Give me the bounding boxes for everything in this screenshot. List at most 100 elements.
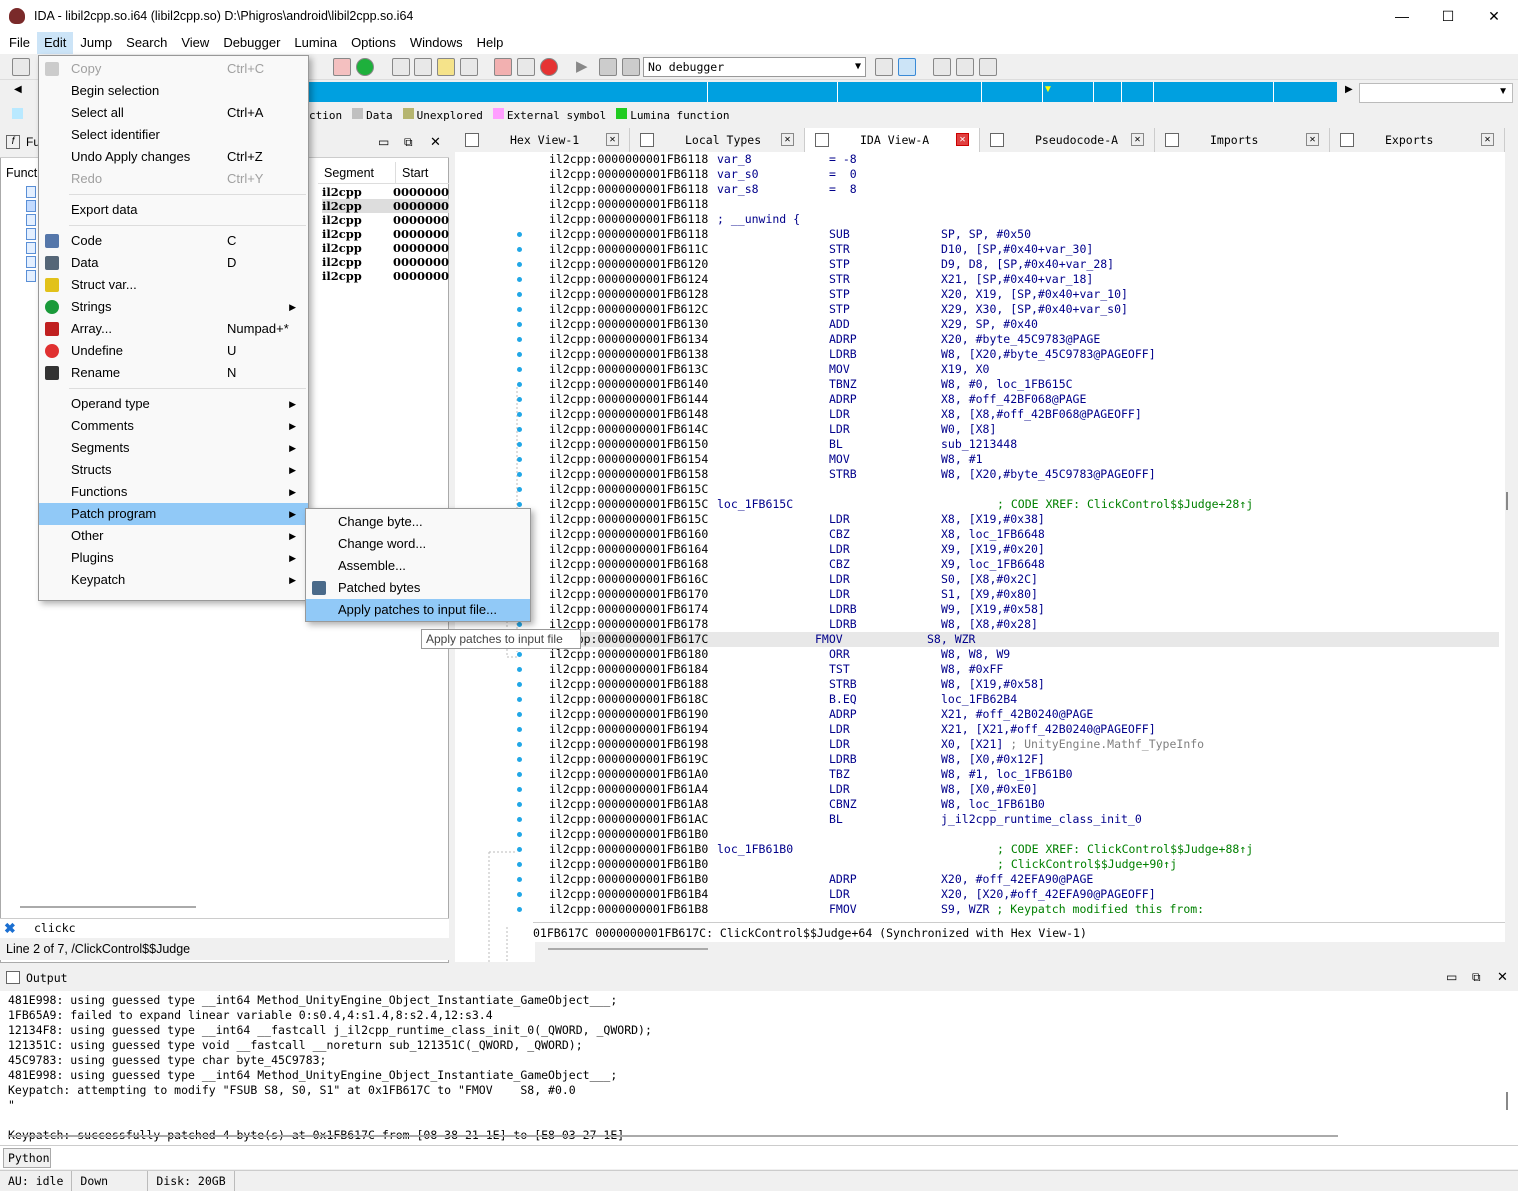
table-row[interactable]: il2cpp 0000000 [322, 255, 449, 269]
nav-right-arrow-icon[interactable]: ▶ [1345, 84, 1353, 95]
disasm-line[interactable]: il2cpp:0000000001FB615C LDR X8, [X19,#0x38… [549, 512, 1499, 527]
menu-item-keypatch[interactable]: Keypatch ▶ [39, 569, 308, 591]
menu-item-struct-var[interactable]: Struct var... [39, 274, 308, 296]
disasm-line[interactable]: il2cpp:0000000001FB6170 LDR S1, [X9,#0x80] [549, 587, 1499, 602]
menu-item-redo[interactable]: Redo Ctrl+Y [39, 168, 308, 190]
disassembly-listing[interactable]: il2cpp:0000000001FB6118 var_8 = -8 il2cpp:0… [535, 152, 1499, 917]
breakpoint-icon[interactable] [875, 58, 893, 76]
strings-tool-icon[interactable] [460, 58, 478, 76]
menu-debugger[interactable]: Debugger [216, 32, 287, 54]
disasm-line[interactable]: il2cpp:0000000001FB6164 LDR X9, [X19,#0x20… [549, 542, 1499, 557]
menu-item-patched-bytes[interactable]: Patched bytes [306, 577, 530, 599]
disasm-line[interactable]: il2cpp:0000000001FB6158 STRB W8, [X20,#byt… [549, 467, 1499, 482]
output-horizontal-scrollbar[interactable] [8, 1135, 1338, 1137]
output-vertical-scrollbar[interactable] [1506, 1092, 1508, 1110]
maximize-button[interactable]: ☐ [1425, 0, 1471, 32]
menu-item-plugins[interactable]: Plugins ▶ [39, 547, 308, 569]
disasm-line[interactable]: il2cpp:0000000001FB6130 ADD X29, SP, #0x40 [549, 317, 1499, 332]
disasm-line[interactable]: il2cpp:0000000001FB6148 LDR X8, [X8,#off_4… [549, 407, 1499, 422]
lumina-icon[interactable] [356, 58, 374, 76]
disasm-line[interactable]: il2cpp:0000000001FB6118 [549, 197, 1499, 212]
menu-item-data[interactable]: Data D [39, 252, 308, 274]
menu-item-export-data[interactable]: Export data [39, 199, 308, 221]
list-red-icon[interactable] [956, 58, 974, 76]
list-gray-icon[interactable] [979, 58, 997, 76]
menu-windows[interactable]: Windows [403, 32, 470, 54]
float-pane-icon[interactable]: ▭ [1446, 970, 1457, 984]
menu-item-array[interactable]: Array... Numpad+* [39, 318, 308, 340]
menu-search[interactable]: Search [119, 32, 174, 54]
close-tab-icon[interactable]: ✕ [781, 133, 794, 146]
disasm-line[interactable]: il2cpp:0000000001FB6154 MOV W8, #1 [549, 452, 1499, 467]
menu-item-select-all[interactable]: Select all Ctrl+A [39, 102, 308, 124]
menu-file[interactable]: File [2, 32, 37, 54]
table-row[interactable]: il2cpp 0000000 [322, 199, 449, 213]
array-tool-icon[interactable] [494, 58, 512, 76]
disasm-line[interactable]: il2cpp:0000000001FB618C B.EQ loc_1FB62B4 [549, 692, 1499, 707]
pause-icon[interactable] [599, 58, 617, 76]
minimize-button[interactable]: — [1379, 0, 1425, 32]
menu-item-undefine[interactable]: Undefine U [39, 340, 308, 362]
disasm-line[interactable]: il2cpp:0000000001FB61A0 TBZ W8, #1, loc_1F… [549, 767, 1499, 782]
disasm-line[interactable]: il2cpp:0000000001FB616C LDR S0, [X8,#0x2C] [549, 572, 1499, 587]
disasm-line[interactable]: il2cpp:0000000001FB6134 ADRP X20, #byte_45… [549, 332, 1499, 347]
open-folder-icon[interactable] [12, 58, 30, 76]
disasm-line[interactable]: il2cpp:0000000001FB6168 CBZ X9, loc_1FB664… [549, 557, 1499, 572]
rename-tool-icon[interactable] [517, 58, 535, 76]
disasm-line[interactable]: il2cpp:0000000001FB614C LDR W0, [X8] [549, 422, 1499, 437]
close-button[interactable]: ✕ [1471, 0, 1517, 32]
menu-edit[interactable]: Edit [36, 32, 74, 54]
data-tool-icon[interactable] [414, 58, 432, 76]
menu-item-other[interactable]: Other ▶ [39, 525, 308, 547]
menu-item-rename[interactable]: Rename N [39, 362, 308, 384]
graph-icon[interactable] [333, 58, 351, 76]
close-tab-icon[interactable]: ✕ [1481, 133, 1494, 146]
disasm-line[interactable]: il2cpp:0000000001FB613C MOV X19, X0 [549, 362, 1499, 377]
disasm-line[interactable]: il2cpp:0000000001FB615C loc_1FB615C ; CODE… [549, 497, 1499, 512]
tab-imports[interactable]: Imports ✕ [1155, 128, 1330, 152]
disasm-line[interactable]: il2cpp:0000000001FB6150 BL sub_1213448 [549, 437, 1499, 452]
menu-item-copy[interactable]: Copy Ctrl+C [39, 58, 308, 80]
code-tool-icon[interactable] [392, 58, 410, 76]
disasm-line[interactable]: il2cpp:0000000001FB6118 SUB SP, SP, #0x50 [549, 227, 1499, 242]
restore-pane-icon[interactable]: ⧉ [404, 135, 413, 150]
disasm-line[interactable]: il2cpp:0000000001FB6194 LDR X21, [X21,#off… [549, 722, 1499, 737]
menu-options[interactable]: Options [344, 32, 403, 54]
menu-lumina[interactable]: Lumina [287, 32, 344, 54]
menu-item-structs[interactable]: Structs ▶ [39, 459, 308, 481]
filter-input[interactable]: clickc [34, 921, 76, 935]
disasm-line[interactable]: il2cpp:0000000001FB6188 STRB W8, [X19,#0x5… [549, 677, 1499, 692]
play-icon[interactable]: ▶ [576, 58, 594, 76]
table-row[interactable]: il2cpp 0000000 [322, 241, 449, 255]
close-pane-icon[interactable]: ✕ [430, 134, 441, 150]
disasm-line[interactable]: il2cpp:0000000001FB6118 ; __unwind { [549, 212, 1499, 227]
disasm-line[interactable]: il2cpp:0000000001FB6120 STP D9, D8, [SP,#0… [549, 257, 1499, 272]
disasm-line[interactable]: il2cpp:0000000001FB617C FMOV S8, WZR [535, 632, 1499, 647]
menu-item-change-word[interactable]: Change word... [306, 533, 530, 555]
menu-item-undo-apply-changes[interactable]: Undo Apply changes Ctrl+Z [39, 146, 308, 168]
float-pane-icon[interactable]: ▭ [378, 135, 389, 149]
close-pane-icon[interactable]: ✕ [1497, 969, 1508, 985]
close-tab-icon[interactable]: ✕ [606, 133, 619, 146]
segment-column-header[interactable]: Segment [318, 162, 396, 183]
disasm-line[interactable]: il2cpp:0000000001FB61A4 LDR W8, [X0,#0xE0] [549, 782, 1499, 797]
disasm-line[interactable]: il2cpp:0000000001FB61B4 LDR X20, [X20,#off… [549, 887, 1499, 902]
disasm-line[interactable]: il2cpp:0000000001FB6118 var_s0 = 0 [549, 167, 1499, 182]
menu-item-select-identifier[interactable]: Select identifier [39, 124, 308, 146]
disasm-line[interactable]: il2cpp:0000000001FB61B8 FMOV S9, WZR ; Key… [549, 902, 1499, 917]
tab-pseudocode[interactable]: Pseudocode-A ✕ [980, 128, 1155, 152]
nav-combo[interactable]: ▼ [1359, 83, 1513, 103]
disasm-line[interactable]: il2cpp:0000000001FB611C STR D10, [SP,#0x40… [549, 242, 1499, 257]
disasm-line[interactable]: il2cpp:0000000001FB6138 LDRB W8, [X20,#byt… [549, 347, 1499, 362]
menu-item-assemble[interactable]: Assemble... [306, 555, 530, 577]
disasm-line[interactable]: il2cpp:0000000001FB6178 LDRB W8, [X8,#0x28… [549, 617, 1499, 632]
disasm-line[interactable]: il2cpp:0000000001FB6128 STP X20, X19, [SP,… [549, 287, 1499, 302]
python-button[interactable]: Python [3, 1148, 51, 1168]
tab-local-types[interactable]: Local Types ✕ [630, 128, 805, 152]
disasm-line[interactable]: il2cpp:0000000001FB6184 TST W8, #0xFF [549, 662, 1499, 677]
python-command-row[interactable] [0, 1145, 1518, 1169]
disasm-line[interactable]: il2cpp:0000000001FB6124 STR X21, [SP,#0x40… [549, 272, 1499, 287]
list-icon[interactable] [933, 58, 951, 76]
disasm-line[interactable]: il2cpp:0000000001FB6118 var_s8 = 8 [549, 182, 1499, 197]
disasm-line[interactable]: il2cpp:0000000001FB6144 ADRP X8, #off_42BF… [549, 392, 1499, 407]
